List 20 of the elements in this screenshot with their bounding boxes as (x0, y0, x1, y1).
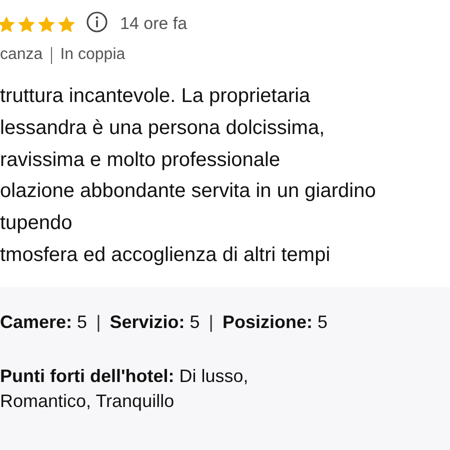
review-text-line: ravissima e molto professionale (0, 148, 282, 173)
info-icon[interactable] (86, 10, 108, 32)
hotel-highlights: Punti forti dell'hotel: Di lusso, Romantico, Tranquillo (0, 365, 250, 413)
review-time: 14 ore fa (120, 14, 188, 34)
rating-score: Camere: 5 (0, 312, 88, 332)
separator: | (208, 312, 214, 332)
rating-score: Servizio: 5 (110, 312, 200, 332)
review-text-line: tupendo (0, 211, 74, 236)
review-text-line: lessandra è una persona dolcissima, (0, 116, 326, 141)
star-icon (37, 14, 56, 34)
separator: | (96, 312, 101, 332)
trip-tag: In coppia (60, 46, 126, 64)
star-icon (17, 14, 36, 34)
star-icon (57, 14, 76, 34)
trip-tag: canza (0, 46, 43, 64)
review-text-line: olazione abbondante servita in un giardino (0, 179, 377, 204)
star-icon (0, 14, 16, 34)
review-text-line: tmosfera ed accoglienza di altri tempi (0, 242, 332, 268)
rating-score: Posizione: 5 (222, 312, 328, 332)
review-text-line: truttura incantevole. La proprietaria (0, 84, 312, 109)
